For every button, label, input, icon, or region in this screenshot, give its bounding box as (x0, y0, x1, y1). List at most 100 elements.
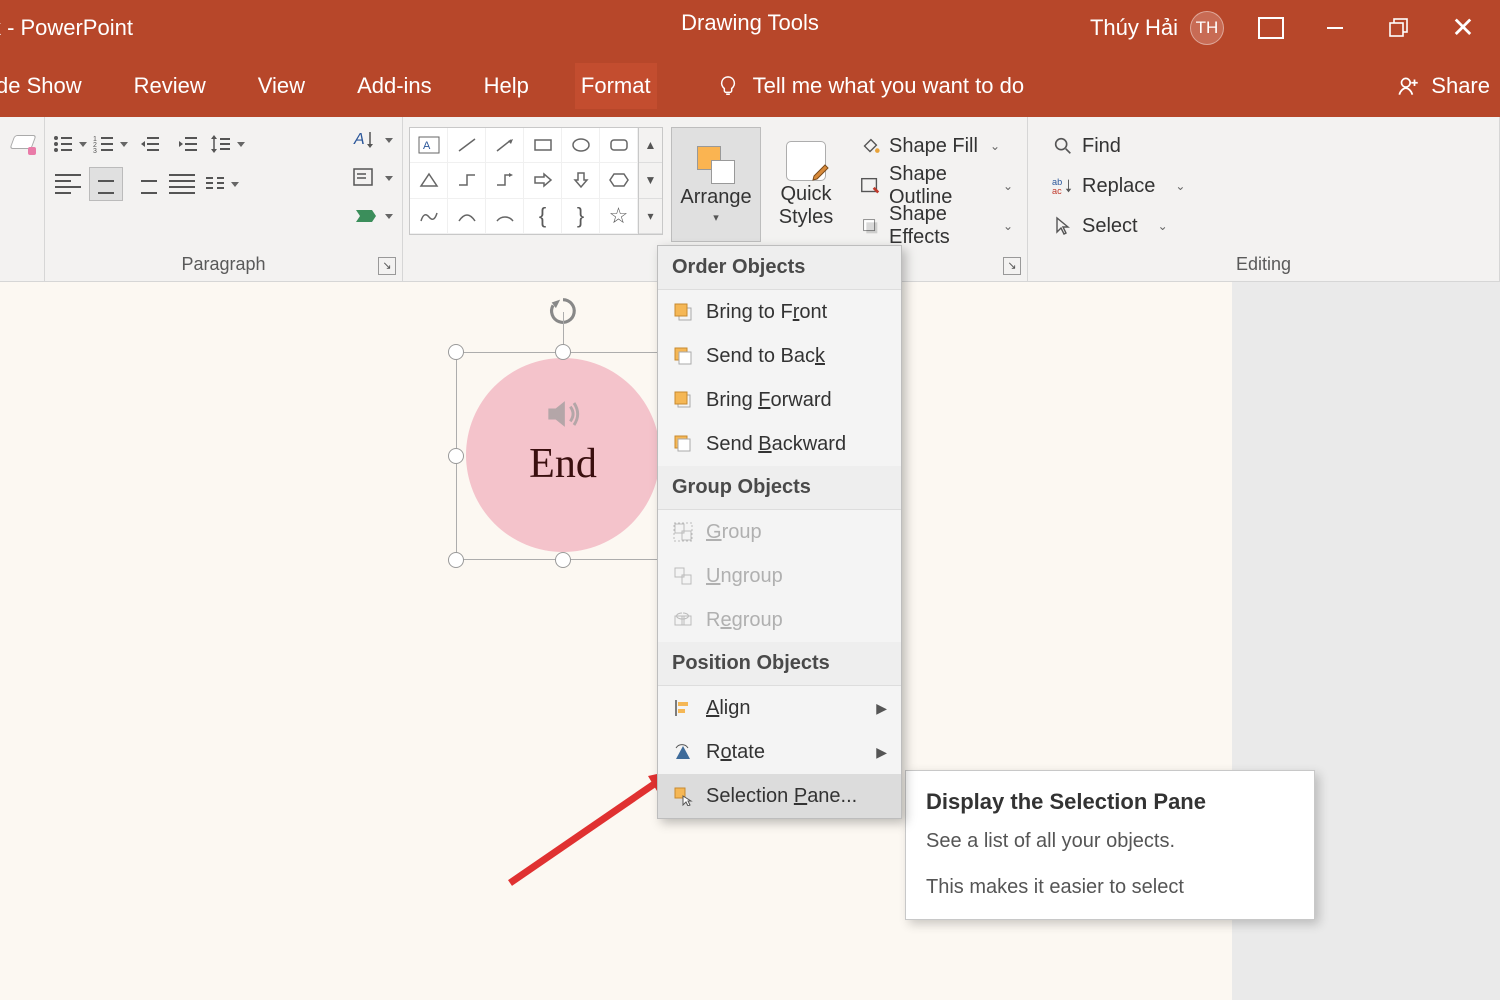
selection-pane-icon (672, 785, 694, 807)
replace-button[interactable]: abac Replace ⌄ (1044, 167, 1493, 205)
find-button[interactable]: Find (1044, 127, 1493, 165)
shape-arrow-line[interactable] (486, 128, 524, 163)
tell-me-label: Tell me what you want to do (753, 73, 1024, 99)
increase-indent-button[interactable] (171, 127, 205, 161)
align-left-button[interactable] (51, 167, 85, 201)
handle-tl[interactable] (448, 344, 464, 360)
more-shapes-icon[interactable]: ▾ (639, 199, 662, 234)
decrease-indent-button[interactable] (133, 127, 167, 161)
minimize-button[interactable] (1318, 14, 1352, 42)
shape-text-box[interactable]: A (410, 128, 448, 163)
shape-rounded-rect[interactable] (600, 128, 638, 163)
bullets-button[interactable] (51, 127, 88, 161)
align-text-button[interactable] (351, 161, 394, 195)
svg-text:A: A (353, 131, 365, 148)
shape-line[interactable] (448, 128, 486, 163)
justify-button[interactable] (165, 167, 199, 201)
smartart-icon (352, 204, 380, 228)
selection-rectangle (456, 352, 670, 560)
tab-addins[interactable]: Add-ins (351, 63, 438, 109)
menu-send-backward[interactable]: Send Backward (658, 422, 901, 466)
handle-tc[interactable] (555, 344, 571, 360)
shapes-gallery-scroll[interactable]: ▲ ▼ ▾ (639, 127, 663, 235)
shape-arc[interactable] (486, 199, 524, 234)
cursor-icon (1052, 215, 1074, 237)
editing-label: Editing (1028, 254, 1499, 275)
regroup-label: Regroup (706, 609, 783, 632)
line-spacing-button[interactable] (209, 127, 246, 161)
eraser-button[interactable] (6, 127, 40, 161)
group-icon (672, 521, 694, 543)
paragraph-label: Paragraph (45, 254, 402, 275)
shape-curve[interactable] (448, 199, 486, 234)
align-right-button[interactable] (127, 167, 161, 201)
menu-bring-forward[interactable]: Bring Forward (658, 378, 901, 422)
ribbon-display-options-button[interactable] (1254, 14, 1288, 42)
arrange-icon (697, 146, 735, 184)
tell-me-search[interactable]: Tell me what you want to do (717, 73, 1024, 99)
menu-align[interactable]: Align ▶ (658, 686, 901, 730)
tooltip-selection-pane: Display the Selection Pane See a list of… (905, 770, 1315, 920)
indent-icon (177, 134, 199, 154)
menu-bring-to-front[interactable]: Bring to Front (658, 290, 901, 334)
user-avatar[interactable]: TH (1190, 11, 1224, 45)
group-label: Group (706, 521, 762, 544)
replace-icon: abac (1052, 175, 1074, 197)
tab-review[interactable]: Review (128, 63, 212, 109)
bring-front-icon (672, 301, 694, 323)
menu-selection-pane[interactable]: Selection Pane... (658, 774, 901, 818)
tab-help[interactable]: Help (478, 63, 535, 109)
shape-arrow-right[interactable] (524, 163, 562, 198)
bullets-icon (52, 134, 74, 154)
share-icon (1395, 73, 1421, 99)
restore-button[interactable] (1382, 14, 1416, 42)
tooltip-title: Display the Selection Pane (926, 789, 1294, 815)
tab-slideshow[interactable]: de Show (0, 63, 88, 109)
scroll-down-icon[interactable]: ▼ (639, 163, 662, 198)
numbering-button[interactable]: 123 (92, 127, 129, 161)
shapes-gallery[interactable]: A { } ☆ (409, 127, 639, 235)
shape-effects-button[interactable]: Shape Effects ⌄ (851, 207, 1021, 245)
shape-brace-left[interactable]: { (524, 199, 562, 234)
columns-button[interactable] (203, 167, 240, 201)
selected-shape[interactable]: End (456, 352, 670, 560)
arrange-button[interactable]: Arrange ▾ (671, 127, 761, 242)
svg-text:ac: ac (1052, 186, 1062, 196)
align-center-button[interactable] (89, 167, 123, 201)
shape-oval[interactable] (562, 128, 600, 163)
shape-triangle[interactable] (410, 163, 448, 198)
tab-format[interactable]: Format (575, 63, 657, 109)
text-direction-button[interactable]: A (351, 123, 394, 157)
send-bwd-label: Send Backward (706, 433, 846, 456)
shape-outline-button[interactable]: Shape Outline ⌄ (851, 167, 1021, 205)
share-button[interactable]: Share (1395, 73, 1490, 99)
menu-send-to-back[interactable]: Send to Back (658, 334, 901, 378)
paragraph-launcher[interactable]: ↘ (378, 257, 396, 275)
group-clipboard-partial (0, 117, 45, 281)
drawing-launcher[interactable]: ↘ (1003, 257, 1021, 275)
shape-brace-right[interactable]: } (562, 199, 600, 234)
select-button[interactable]: Select ⌄ (1044, 207, 1493, 245)
shape-star[interactable]: ☆ (600, 199, 638, 234)
group-paragraph: 123 A Paragraph ↘ (45, 117, 403, 281)
shape-arrow-down[interactable] (562, 163, 600, 198)
handle-bl[interactable] (448, 552, 464, 568)
select-label: Select (1082, 215, 1138, 238)
shape-rectangle[interactable] (524, 128, 562, 163)
scroll-up-icon[interactable]: ▲ (639, 128, 662, 163)
handle-bc[interactable] (555, 552, 571, 568)
quick-styles-button[interactable]: Quick Styles (769, 127, 843, 242)
user-area[interactable]: Thúy Hải TH (1090, 11, 1224, 45)
convert-smartart-button[interactable] (351, 199, 394, 233)
tab-view[interactable]: View (252, 63, 311, 109)
shape-freeform[interactable] (410, 199, 448, 234)
share-label: Share (1431, 73, 1490, 99)
quick-styles-icon (786, 141, 826, 181)
shape-elbow[interactable] (448, 163, 486, 198)
menu-rotate[interactable]: Rotate ▶ (658, 730, 901, 774)
close-button[interactable]: ✕ (1446, 14, 1480, 42)
shape-fill-button[interactable]: Shape Fill ⌄ (851, 127, 1021, 165)
shape-hexagon[interactable] (600, 163, 638, 198)
handle-ml[interactable] (448, 448, 464, 464)
shape-elbow-arrow[interactable] (486, 163, 524, 198)
